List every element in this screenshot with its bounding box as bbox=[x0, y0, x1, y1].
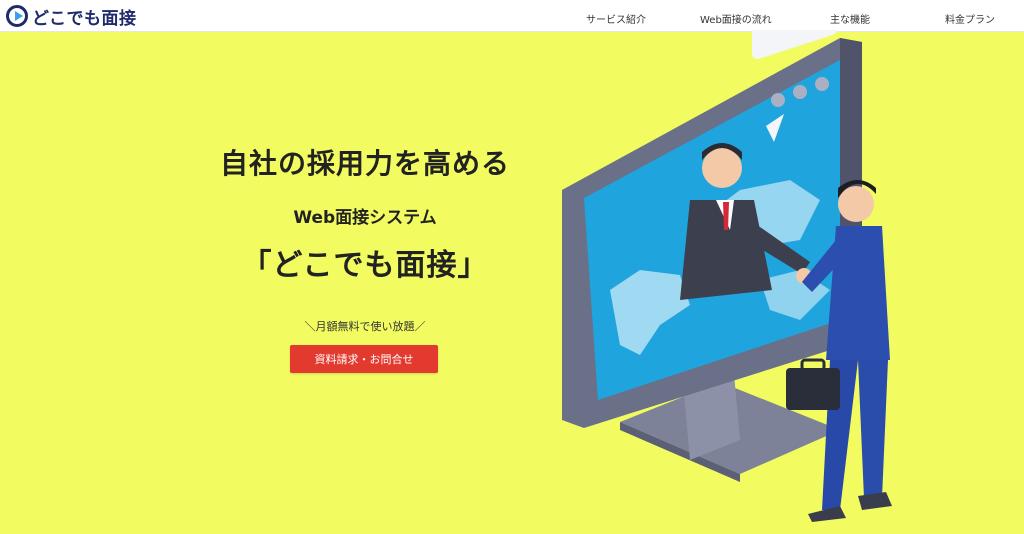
site-header: どこでも面接 サービス紹介 Web面接の流れ 主な機能 料金プラン bbox=[0, 0, 1024, 32]
nav-item-service[interactable]: サービス紹介 bbox=[586, 11, 646, 26]
hero-headline: 自社の採用力を高める bbox=[219, 147, 510, 180]
hero-illustration bbox=[562, 30, 892, 522]
nav-item-features[interactable]: 主な機能 bbox=[830, 11, 870, 26]
logo[interactable]: どこでも面接 bbox=[6, 4, 137, 29]
hero-tagline: ＼月額無料で使い放題／ bbox=[304, 320, 426, 333]
hero-product-name: 「どこでも面接」 bbox=[241, 248, 489, 283]
nav-item-pricing[interactable]: 料金プラン bbox=[945, 11, 995, 26]
nav-item-flow[interactable]: Web面接の流れ bbox=[700, 11, 772, 26]
logo-text: どこでも面接 bbox=[32, 8, 137, 29]
contact-button[interactable]: 資料請求・お問合せ bbox=[290, 345, 438, 373]
logo-play-icon bbox=[6, 5, 28, 27]
briefcase-icon bbox=[786, 368, 840, 410]
hero-subhead: Web面接システム bbox=[293, 208, 437, 228]
